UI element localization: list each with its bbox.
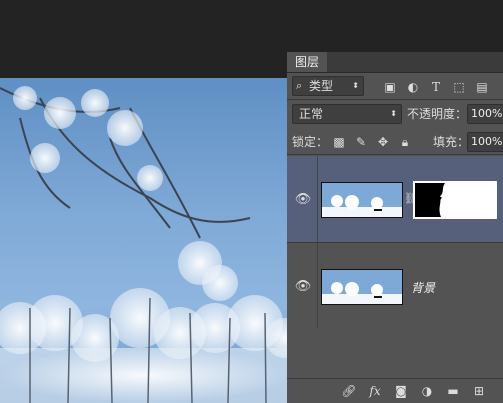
layer-name[interactable]: 背景 — [411, 279, 435, 296]
opacity-input[interactable]: 100% — [467, 104, 503, 124]
layer-thumbnail — [321, 182, 403, 218]
layer-row-2[interactable]: 👁︎ 背景 — [287, 243, 503, 329]
image-filter-icon[interactable]: ▣ — [382, 79, 398, 95]
canvas-image — [0, 86, 290, 403]
panel-bottom-bar: 🔗︎ fx ◙ ◑ ▬ ⊞ — [287, 378, 503, 403]
divider — [287, 99, 503, 100]
updown-icon: ⬍ — [390, 109, 397, 118]
fill-input[interactable]: 100% — [467, 132, 503, 152]
filter-row: ⌕ 类型 ⬍ ▣ ◐ T ⬚ ▤ — [287, 74, 503, 98]
layer-row-1[interactable]: 👁︎ ⛓︎ — [287, 156, 503, 242]
tab-layers[interactable]: 图层 — [287, 52, 328, 72]
adjustment-filter-icon[interactable]: ◐ — [405, 79, 421, 95]
fill-label: 填充： — [433, 135, 470, 149]
lock-transparent-pixels-icon[interactable]: ▩ — [331, 134, 347, 150]
divider — [287, 154, 503, 155]
opacity-label: 不透明度： — [407, 107, 468, 121]
updown-icon: ⬍ — [352, 81, 359, 90]
lock-all-icon[interactable]: 🔒︎ — [397, 134, 413, 150]
add-mask-icon[interactable]: ◙ — [393, 383, 409, 399]
adjustment-icon[interactable]: ◑ — [419, 383, 435, 399]
folder-icon[interactable]: ▬ — [445, 383, 461, 399]
blend-row: 正常 ⬍ 不透明度： 100% — [287, 102, 503, 126]
lock-row: 锁定： ▩ ✎ ✥ 🔒︎ 填充： 100% — [287, 130, 503, 154]
lock-position-icon[interactable]: ✥ — [375, 134, 391, 150]
search-icon: ⌕ — [296, 79, 303, 92]
filter-type-dropdown[interactable]: ⌕ 类型 ⬍ — [292, 76, 364, 96]
eye-icon[interactable]: 👁︎ — [293, 279, 313, 294]
panel-tabbar: 图层 — [287, 52, 503, 73]
lock-label: 锁定： — [292, 135, 329, 149]
layer-mask-thumbnail[interactable] — [413, 181, 497, 219]
layers-panel: 图层 ⌕ 类型 ⬍ ▣ ◐ T ⬚ ▤ 正常 ⬍ 不透明度： 100% 锁定： … — [287, 52, 503, 403]
document-canvas[interactable] — [0, 78, 290, 403]
blend-mode-dropdown[interactable]: 正常 ⬍ — [292, 104, 402, 124]
lock-image-pixels-icon[interactable]: ✎ — [353, 134, 369, 150]
eye-icon[interactable]: 👁︎ — [293, 192, 313, 207]
shape-filter-icon[interactable]: ⬚ — [451, 79, 467, 95]
filter-type-label: 类型 — [309, 79, 334, 93]
fx-icon[interactable]: fx — [367, 383, 383, 399]
new-layer-icon[interactable]: ⊞ — [471, 383, 487, 399]
type-filter-icon[interactable]: T — [428, 79, 444, 95]
layer-thumbnail — [321, 269, 403, 305]
blend-mode-value: 正常 — [299, 107, 324, 121]
smart-object-filter-icon[interactable]: ▤ — [474, 79, 490, 95]
link-layers-icon[interactable]: 🔗︎ — [341, 383, 357, 399]
